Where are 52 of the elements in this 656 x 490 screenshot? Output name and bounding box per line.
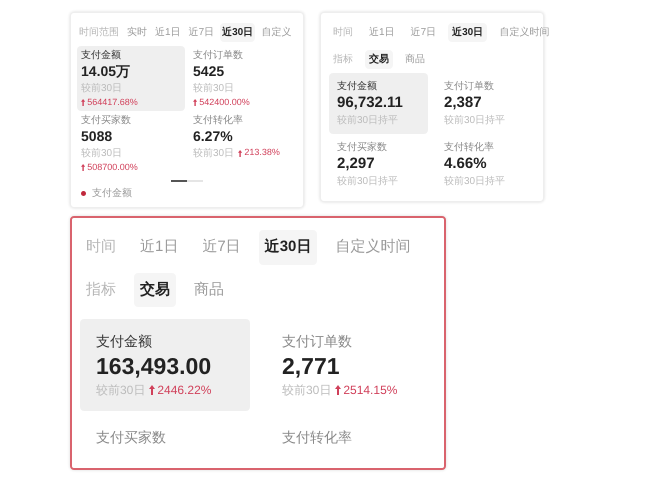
metric-value: 2,387 [444, 94, 483, 113]
filter-tab[interactable]: 交易 [365, 50, 393, 69]
metric-value: 4.66% [444, 154, 488, 174]
metric-label: 支付买家数 [96, 428, 167, 447]
metric-label: 支付买家数 [81, 114, 132, 128]
change-value: 564417.68% [87, 96, 138, 108]
filter-label: 时间 [332, 26, 354, 40]
compare-text: 较前30日持平 [444, 174, 506, 188]
change-value: 213.38% [244, 146, 280, 160]
filter-tab[interactable]: 近30日 [258, 230, 318, 264]
change-value: 2514.15% [343, 382, 398, 399]
metric-label: 支付转化率 [193, 114, 244, 128]
metric-value: 5088 [81, 128, 114, 146]
up-arrow-icon [238, 150, 242, 156]
metric-value: 5425 [193, 63, 226, 80]
compare-text: 较前30日 [282, 382, 332, 399]
metric-label: 支付转化率 [444, 140, 495, 155]
metric-value: 2,771 [282, 352, 341, 381]
compare-text: 较前30日 [193, 82, 234, 96]
metric-value: 2,297 [337, 154, 376, 174]
filter-label: 时间范围 [78, 26, 120, 40]
compare-text: 较前30日 [193, 146, 234, 160]
filter-label: 指标 [332, 52, 354, 67]
up-arrow-icon [193, 98, 198, 106]
compare-text: 较前30日 [81, 146, 122, 160]
metric-label: 支付金额 [96, 332, 153, 351]
metric-label: 支付订单数 [193, 48, 244, 63]
change-value: 508700.00% [87, 160, 138, 174]
metric-label: 支付订单数 [444, 80, 495, 94]
filter-tab[interactable]: 交易 [134, 272, 176, 307]
filter-label: 时间 [85, 237, 117, 257]
metric-label: 支付金额 [337, 80, 378, 94]
metric-value: 14.05万 [81, 63, 132, 80]
metric-value: 163,493.00 [96, 352, 212, 381]
metric-label: 支付转化率 [282, 428, 353, 447]
up-arrow-icon [149, 384, 156, 395]
change-value: 542400.00% [199, 96, 250, 108]
compare-text: 较前30日持平 [337, 174, 398, 188]
legend-label: 支付金额 [92, 186, 132, 201]
filter-label: 指标 [85, 280, 117, 300]
up-arrow-icon [81, 98, 86, 106]
metric-value: 96,732.11 [337, 94, 404, 113]
metric-value: 6.27% [193, 128, 234, 146]
change-value: 2446.22% [157, 382, 212, 399]
up-arrow-icon [81, 164, 86, 171]
filter-tab[interactable]: 近30日 [448, 23, 488, 42]
compare-text: 较前30日持平 [444, 114, 506, 128]
up-arrow-icon [335, 384, 342, 395]
metric-label: 支付买家数 [337, 140, 388, 155]
metric-label: 支付订单数 [282, 332, 353, 351]
filter-tab[interactable]: 近30日 [220, 23, 256, 42]
metric-label: 支付金额 [81, 48, 122, 63]
